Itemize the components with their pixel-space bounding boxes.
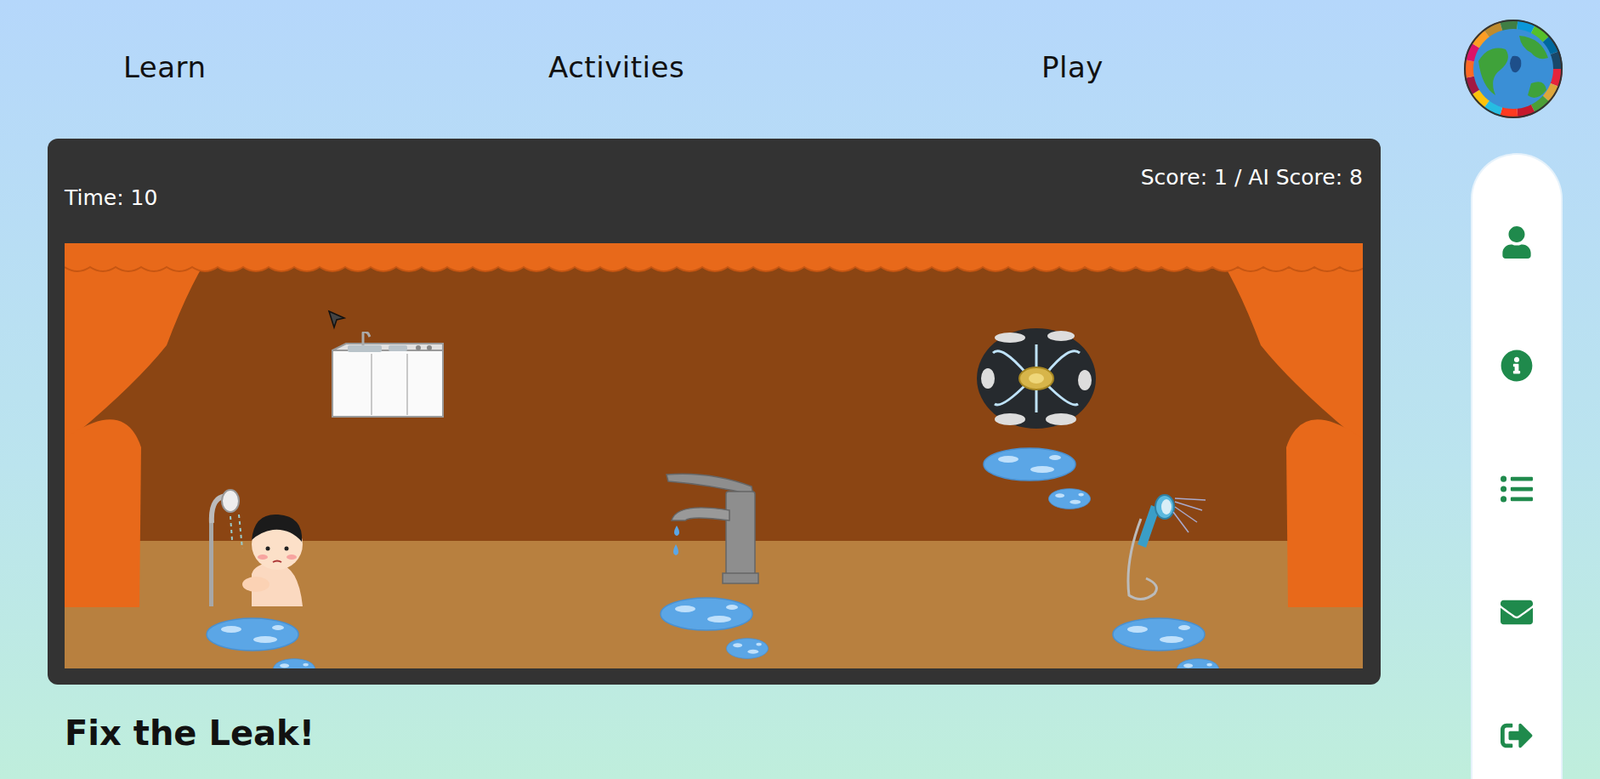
nav-item[interactable]: Play xyxy=(1041,50,1381,90)
puddle-icon xyxy=(1176,658,1220,669)
game-status-bar: Time: 10 Score: 1 / AI Score: 8 xyxy=(64,138,1363,244)
globe-logo-icon[interactable] xyxy=(1463,18,1564,120)
shower-person-item[interactable] xyxy=(204,488,316,608)
right-column xyxy=(1462,0,1565,779)
puddle-icon xyxy=(272,658,316,669)
side-bar xyxy=(1472,154,1561,779)
game-panel: Time: 10 Score: 1 / AI Score: 8 xyxy=(47,138,1381,685)
info-icon[interactable] xyxy=(1499,348,1534,383)
shower-person-icon xyxy=(204,488,316,608)
cursor-icon xyxy=(327,309,347,330)
mail-icon[interactable] xyxy=(1499,595,1534,630)
logout-icon[interactable] xyxy=(1499,718,1534,753)
nav-item[interactable]: Activities xyxy=(548,50,1042,90)
hand-shower-item[interactable] xyxy=(1120,493,1212,604)
burst-pipe-item[interactable] xyxy=(975,327,1097,430)
puddle-icon xyxy=(205,617,300,652)
top-nav: LearnActivitiesPlay xyxy=(47,0,1381,139)
sink-item[interactable] xyxy=(329,331,447,421)
sink-icon xyxy=(329,331,447,421)
game-stage xyxy=(64,243,1363,669)
game-title: Fix the Leak! xyxy=(64,713,1381,753)
burst-pipe-icon xyxy=(975,327,1097,430)
faucet-icon xyxy=(659,467,766,587)
list-icon[interactable] xyxy=(1499,471,1534,506)
time-label: Time: 10 xyxy=(64,185,158,244)
hand-shower-icon xyxy=(1120,493,1212,604)
page: LearnActivitiesPlay Time: 10 Score: 1 / AI… xyxy=(0,0,1600,779)
nav-item[interactable]: Learn xyxy=(123,50,549,90)
main-column: LearnActivitiesPlay Time: 10 Score: 1 / AI… xyxy=(0,0,1381,779)
score-label: Score: 1 / AI Score: 8 xyxy=(1140,164,1363,244)
puddle-icon xyxy=(726,637,769,659)
puddle-icon xyxy=(1112,617,1206,652)
puddle-icon xyxy=(659,596,754,631)
user-icon[interactable] xyxy=(1499,225,1534,260)
faucet-item[interactable] xyxy=(659,467,766,587)
puddle-icon xyxy=(1048,487,1091,510)
puddle-icon xyxy=(982,447,1077,482)
